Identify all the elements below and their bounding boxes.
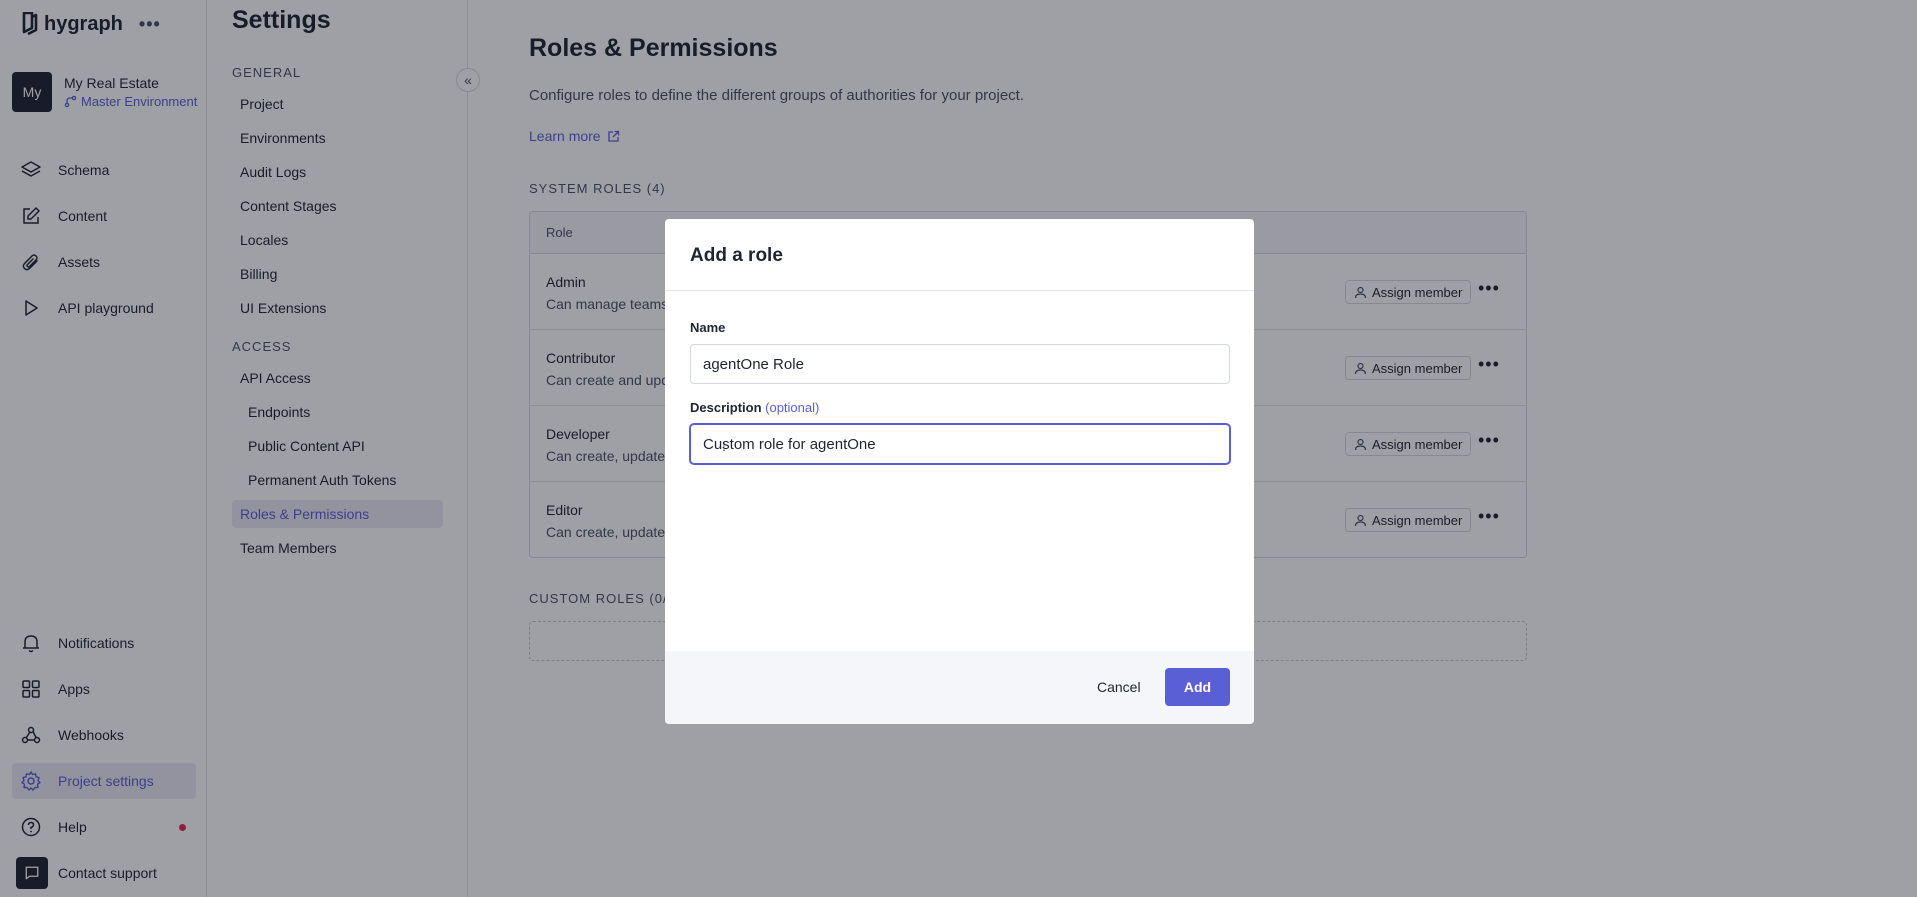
description-label-text: Description (690, 400, 762, 415)
cancel-button[interactable]: Cancel (1083, 668, 1155, 706)
add-button[interactable]: Add (1165, 668, 1230, 706)
name-field-label: Name (690, 320, 726, 335)
role-name-input[interactable] (690, 344, 1230, 384)
dialog-title: Add a role (665, 219, 1254, 291)
add-role-dialog: Add a role Name Description (optional) C… (665, 219, 1254, 724)
description-field-label: Description (optional) (690, 400, 819, 415)
dialog-footer: Cancel Add (665, 651, 1254, 724)
optional-hint: (optional) (765, 400, 820, 415)
role-description-input[interactable] (690, 424, 1230, 464)
text-cursor-icon (723, 443, 725, 451)
